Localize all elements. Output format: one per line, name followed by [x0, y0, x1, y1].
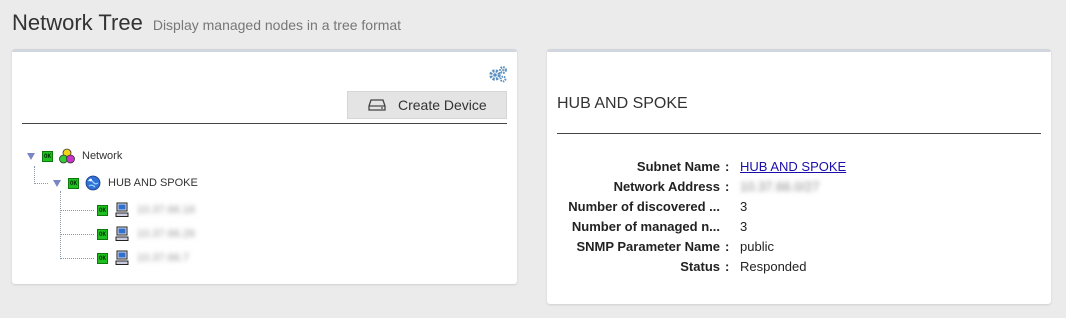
detail-separator: : — [725, 258, 730, 274]
detail-key: Subnet Name — [636, 158, 720, 174]
tree-connector — [60, 258, 94, 259]
tree-connector — [34, 183, 48, 184]
tree-node-subnet[interactable]: OK HUB AND SPOKE — [52, 175, 198, 191]
detail-row-status: Status : Responded — [547, 256, 1051, 276]
computer-icon — [115, 226, 129, 241]
details-table: Subnet Name : HUB AND SPOKE Network Addr… — [547, 156, 1051, 276]
details-title: HUB AND SPOKE — [557, 95, 688, 112]
subnet-details-panel: HUB AND SPOKE Subnet Name : HUB AND SPOK… — [547, 49, 1051, 304]
device-ip-label[interactable]: 10.37.66.16 — [137, 204, 195, 216]
detail-value: 3 — [740, 198, 748, 214]
detail-row-snmp-parameter: SNMP Parameter Name : public — [547, 236, 1051, 256]
detail-key: Number of managed n... — [571, 218, 720, 234]
tree-node-device[interactable]: OK 10.37.66.26 — [97, 226, 195, 242]
tree-node-device[interactable]: OK 10.37.66.7 — [97, 250, 189, 266]
detail-row-discovered: Number of discovered ... 3 — [547, 196, 1051, 216]
detail-row-subnet-name: Subnet Name : HUB AND SPOKE — [547, 156, 1051, 176]
computer-icon — [115, 202, 129, 217]
ok-status-badge: OK — [97, 228, 108, 240]
page-subtitle: Display managed nodes in a tree format — [152, 17, 402, 33]
subnet-name-link[interactable]: HUB AND SPOKE — [740, 159, 846, 174]
network-tree-panel: Create Device OK Network OK HUB AND SPOK… — [12, 49, 517, 284]
detail-value: HUB AND SPOKE — [740, 159, 846, 174]
node-label[interactable]: HUB AND SPOKE — [108, 177, 198, 189]
ok-status-badge: OK — [42, 150, 53, 162]
detail-value: 10.37.66.0/27 — [740, 178, 820, 194]
device-ip-label[interactable]: 10.37.66.7 — [137, 252, 189, 264]
detail-key: Number of discovered ... — [568, 198, 720, 214]
device-ip-label[interactable]: 10.37.66.26 — [137, 228, 195, 240]
ok-status-badge: OK — [97, 252, 108, 264]
detail-separator: : — [725, 178, 730, 194]
detail-separator: : — [725, 238, 730, 254]
detail-value: Responded — [740, 258, 807, 274]
tree-connector — [34, 166, 35, 184]
collapse-triangle-icon[interactable] — [26, 151, 36, 161]
tree-node-network[interactable]: OK Network — [26, 148, 122, 164]
detail-value: public — [740, 238, 774, 254]
tree-node-device[interactable]: OK 10.37.66.16 — [97, 202, 195, 218]
detail-separator: : — [725, 158, 730, 174]
computer-icon — [115, 250, 129, 265]
detail-key: SNMP Parameter Name — [576, 238, 720, 254]
detail-row-network-address: Network Address : 10.37.66.0/27 — [547, 176, 1051, 196]
node-label[interactable]: Network — [82, 150, 122, 162]
network-tree: OK Network OK HUB AND SPOKE OK 10.37.66.… — [12, 52, 517, 284]
ok-status-badge: OK — [97, 204, 108, 216]
network-icon — [59, 148, 75, 164]
page-title: Network Tree — [12, 10, 143, 35]
tree-connector — [60, 210, 94, 211]
tree-connector — [60, 234, 94, 235]
detail-key: Status — [680, 258, 720, 274]
divider — [557, 133, 1041, 134]
page-header: Network Tree Display managed nodes in a … — [12, 10, 401, 36]
tree-connector — [60, 191, 61, 259]
ok-status-badge: OK — [68, 177, 79, 189]
detail-row-managed: Number of managed n... 3 — [547, 216, 1051, 236]
globe-icon — [85, 175, 101, 191]
collapse-triangle-icon[interactable] — [52, 178, 62, 188]
detail-value: 3 — [740, 218, 748, 234]
detail-key: Network Address — [613, 178, 720, 194]
